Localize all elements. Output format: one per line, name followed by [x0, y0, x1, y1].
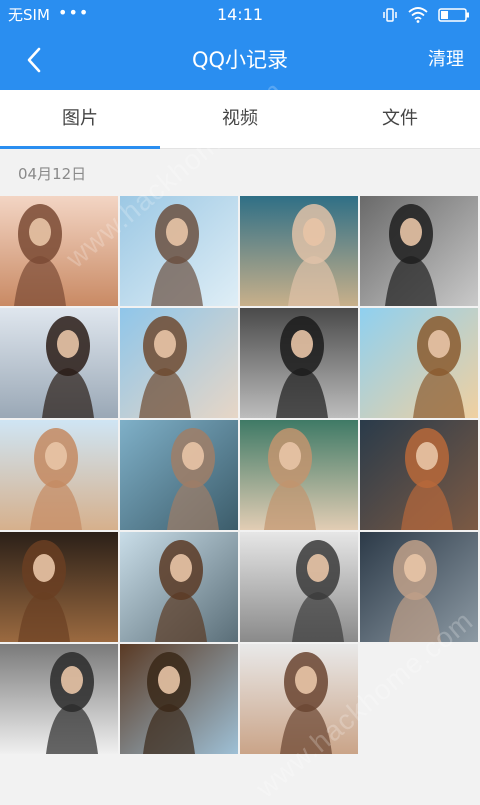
- photo-image: [0, 196, 118, 306]
- top-bar: 无SIM ••• 14:11 QQ小记录 清理: [0, 0, 480, 90]
- vibrate-icon: [383, 8, 397, 22]
- page-title: QQ小记录: [191, 48, 289, 72]
- clean-button[interactable]: 清理: [428, 30, 464, 90]
- photo-image: [360, 532, 478, 642]
- photo-thumbnail[interactable]: [360, 532, 478, 642]
- battery-icon: [438, 8, 469, 22]
- photo-image: [240, 644, 358, 754]
- photo-thumbnail[interactable]: [0, 644, 118, 754]
- photo-thumbnail[interactable]: [120, 196, 238, 306]
- photo-image: [120, 308, 238, 418]
- photo-image: [240, 196, 358, 306]
- status-bar: 无SIM ••• 14:11: [0, 0, 480, 30]
- photo-thumbnail[interactable]: [240, 308, 358, 418]
- tab-files[interactable]: 文件: [320, 90, 480, 148]
- photo-image: [0, 420, 118, 530]
- photo-thumbnail[interactable]: [360, 420, 478, 530]
- photo-thumbnail[interactable]: [240, 196, 358, 306]
- photo-image: [360, 308, 478, 418]
- photo-image: [120, 644, 238, 754]
- photo-thumbnail[interactable]: [120, 420, 238, 530]
- photo-image: [240, 308, 358, 418]
- photo-image: [0, 308, 118, 418]
- photo-thumbnail[interactable]: [360, 196, 478, 306]
- wifi-icon: [408, 7, 428, 23]
- photo-thumbnail[interactable]: [360, 308, 478, 418]
- photo-grid: [0, 196, 480, 754]
- back-button[interactable]: [14, 42, 54, 78]
- photo-image: [360, 196, 478, 306]
- photo-thumbnail[interactable]: [240, 420, 358, 530]
- photo-image: [120, 532, 238, 642]
- chevron-left-icon: [27, 47, 41, 73]
- photo-image: [0, 532, 118, 642]
- date-group-header: 04月12日: [18, 165, 87, 183]
- photo-thumbnail[interactable]: [0, 532, 118, 642]
- photo-image: [0, 644, 118, 754]
- status-icons: [382, 7, 470, 23]
- tab-pictures[interactable]: 图片: [0, 90, 160, 149]
- photo-thumbnail[interactable]: [120, 308, 238, 418]
- photo-thumbnail[interactable]: [0, 196, 118, 306]
- photo-image: [240, 532, 358, 642]
- tab-bar: 图片 视频 文件: [0, 90, 480, 149]
- photo-image: [120, 196, 238, 306]
- photo-thumbnail[interactable]: [120, 532, 238, 642]
- photo-image: [120, 420, 238, 530]
- photo-image: [240, 420, 358, 530]
- photo-thumbnail[interactable]: [0, 308, 118, 418]
- photo-thumbnail[interactable]: [240, 532, 358, 642]
- tab-videos[interactable]: 视频: [160, 90, 320, 148]
- photo-thumbnail[interactable]: [120, 644, 238, 754]
- photo-image: [360, 420, 478, 530]
- photo-thumbnail[interactable]: [240, 644, 358, 754]
- photo-thumbnail[interactable]: [0, 420, 118, 530]
- navigation-bar: QQ小记录 清理: [0, 30, 480, 90]
